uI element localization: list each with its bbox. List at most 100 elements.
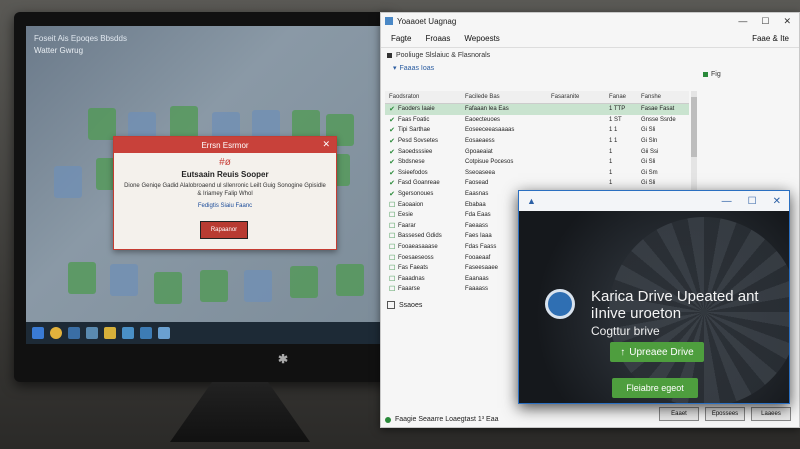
checkbox-icon[interactable]: ☐ [389,275,395,283]
checkmark-icon[interactable]: ✔ [389,137,395,145]
menu-item[interactable]: Wepoests [464,34,499,43]
dialog-button[interactable]: Eaaet [659,407,699,421]
error-icon: #ø [219,157,231,168]
menu-item[interactable]: Froaas [425,34,450,43]
close-icon[interactable]: ✕ [322,139,330,150]
desktop-tile[interactable] [68,262,96,294]
group-toggle[interactable]: ▾ Faaas Ioas [381,62,799,74]
menu-item-right[interactable]: Faae & Ite [752,34,799,43]
close-icon[interactable]: ✕ [773,196,781,207]
chrome-icon[interactable] [50,327,62,339]
table-cell: Fasae Fasat [637,104,689,115]
table-cell: ✔ Fasd Goanreae [385,178,461,189]
error-dialog-header-text: Errsn Esrmor [201,140,249,150]
footer-checkbox[interactable]: Ssaoes [387,301,422,309]
dialog-button[interactable]: Laaees [751,407,791,421]
table-cell: Gnsse Ssrde [637,115,689,126]
start-icon[interactable] [32,327,44,339]
app-icon [385,17,393,25]
checkbox-icon[interactable]: ☐ [389,254,395,262]
desktop-tile[interactable] [154,272,182,304]
update-drive-button[interactable]: ↑ Upreaee Drive [610,342,704,362]
dialog-button[interactable]: Epossees [705,407,745,421]
error-link[interactable]: Fedigtis Siaiu Faanc [114,203,336,209]
desktop-tile[interactable] [170,106,198,138]
table-row[interactable]: ✔ Pesd Sovsetes Eosaeaess 1 1 Gi Sln [385,136,689,147]
table-row[interactable]: ✔ Faas Foatic Eaoecteuoes 1 ST Gnsse Ssrde [385,115,689,126]
desktop-tile[interactable] [200,270,228,302]
column-header[interactable]: Facilede Bas [461,91,547,103]
table-cell-text: Faarar [398,222,416,229]
app-icon[interactable] [122,327,134,339]
close-icon[interactable]: ✕ [783,16,791,27]
side-panel-label[interactable]: Fig [703,71,721,78]
minimize-icon[interactable]: — [722,196,732,207]
table-row[interactable]: ✔ Sbdsnese Cotpisue Pocesos 1 Gi Sli [385,157,689,168]
app-icon[interactable] [86,327,98,339]
error-dialog-header: Errsn Esrmor ✕ [114,137,336,153]
table-row[interactable]: ✔ Saoedsssiee Gpoaeaiat 1 Gii Ssi [385,146,689,157]
table-cell-text: Gi Sm [641,169,658,176]
table-cell: ☐ Faarar [385,221,461,232]
checkbox-icon[interactable]: ☐ [389,211,395,219]
checkmark-icon[interactable]: ✔ [389,148,395,156]
table-cell: ✔ Faas Foatic [385,115,461,126]
table-cell: Eaoecteuoes [461,115,547,126]
menu-item[interactable]: Fagte [391,34,411,43]
table-row[interactable]: ✔ Tipi Sarthae Eoseeceeasaaaas 1 1 Gi Sli [385,125,689,136]
table-cell-text: Eesie [398,212,414,219]
table-cell-text: Ebabaa [465,201,486,208]
error-action-button[interactable]: Rapaanor [200,221,248,239]
desktop-tile[interactable] [290,266,318,298]
checkmark-icon[interactable]: ✔ [389,126,395,134]
checkbox-icon[interactable]: ☐ [389,243,395,251]
table-cell-text: Sseoaseea [465,169,496,176]
column-header[interactable]: Faodsraton [385,91,461,103]
checkbox-icon[interactable]: ☐ [389,264,395,272]
table-cell-text: Fooaeaaf [465,254,491,261]
table-row[interactable]: ✔ Faoders Iaaie Fafaaan lea Eas 1 TTP Fasae … [385,104,689,115]
minimize-icon[interactable]: — [738,16,747,27]
app-icon[interactable] [158,327,170,339]
maximize-icon[interactable]: ☐ [761,16,769,27]
checkbox-icon[interactable] [387,301,395,309]
table-cell: Sseoaseea [461,168,547,179]
desktop-tile[interactable] [88,108,116,140]
checkmark-icon[interactable]: ✔ [389,169,395,177]
browser-icon[interactable] [68,327,80,339]
error-dialog: Errsn Esrmor ✕ #ø Eutsaain Reuis Sooper … [113,136,337,250]
table-cell: 1 TTP [605,104,637,115]
checkmark-icon[interactable]: ✔ [389,105,395,113]
table-cell-text: Foesaeseoss [398,254,434,261]
checkmark-icon[interactable]: ✔ [389,116,395,124]
desktop-tile[interactable] [110,264,138,296]
app-icon[interactable] [140,327,152,339]
table-row[interactable]: ✔ Ssieefodos Sseoaseea 1 Gi Sm [385,168,689,179]
table-row[interactable]: ✔ Fasd Goanreae Faosead 1 Gi Sli [385,178,689,189]
maximize-icon[interactable]: ☐ [748,196,757,207]
desktop-tile[interactable] [244,270,272,302]
table-cell: Gpoaeaiat [461,146,547,157]
folder-icon[interactable] [104,327,116,339]
table-cell-text: Fas Faeats [398,265,429,272]
checkmark-icon[interactable]: ✔ [389,158,395,166]
column-header[interactable]: Fanshe [637,91,689,103]
checkbox-icon[interactable]: ☐ [389,285,395,293]
table-cell-text: 1 TTP [609,106,626,113]
table-cell: Faosead [461,178,547,189]
column-header[interactable]: Fanae [605,91,637,103]
checkbox-icon[interactable]: ☐ [389,222,395,230]
scrollbar-thumb[interactable] [691,97,697,157]
table-cell [547,157,605,168]
checkbox-icon[interactable]: ☐ [389,201,395,209]
desktop-tile[interactable] [336,264,364,296]
checkmark-icon[interactable]: ✔ [389,179,395,187]
checkbox-icon[interactable]: ☐ [389,232,395,240]
table-cell-text: Gi Sln [641,138,658,145]
table-cell: 1 1 [605,136,637,147]
column-header[interactable]: Fasaranite [547,91,605,103]
checkmark-icon[interactable]: ✔ [389,190,395,198]
desktop-tile[interactable] [54,166,82,198]
table-cell-text: Sbdsnese [398,159,425,166]
secondary-button[interactable]: Fleiabre egeot [612,378,698,398]
